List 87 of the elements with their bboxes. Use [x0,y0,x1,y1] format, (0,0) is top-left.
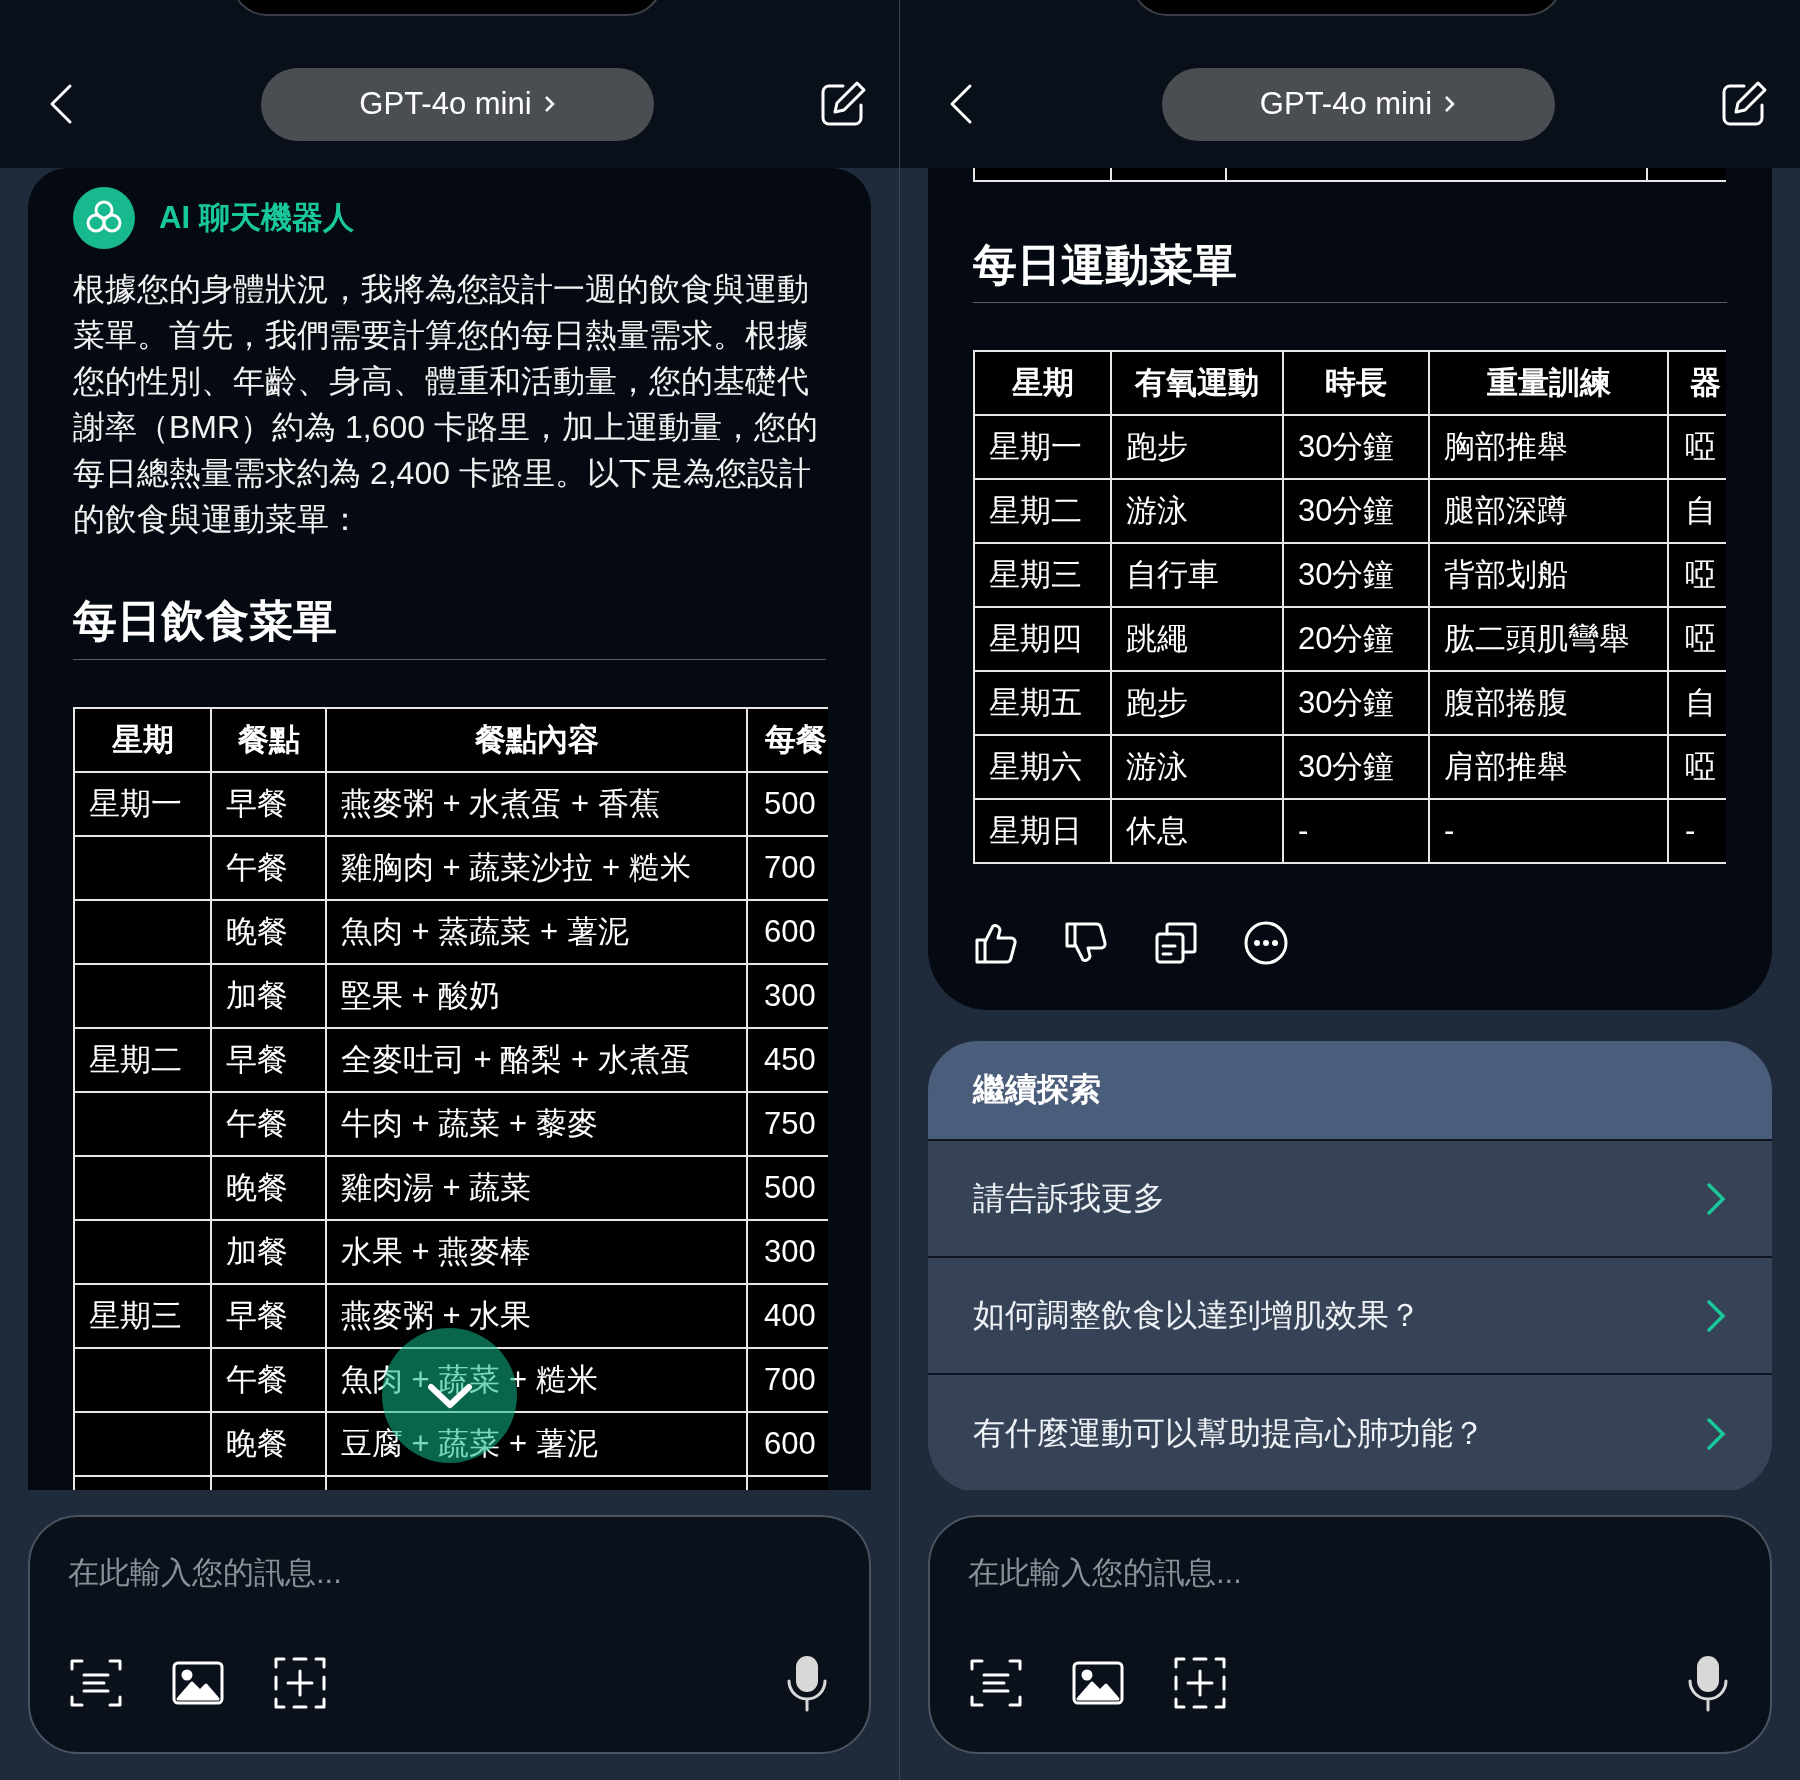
table-cell: 30分鐘 [1283,671,1429,735]
column-header: 器 [1668,351,1726,415]
table-cell: 星期四 [974,607,1111,671]
copy-icon[interactable] [1153,920,1199,966]
table-cell: 早餐 [211,772,326,836]
table-cell: 30分鐘 [1283,415,1429,479]
table-cell: 自行車 [1111,543,1283,607]
table-cell: 星期五 [974,671,1111,735]
add-frame-icon[interactable] [1172,1655,1228,1711]
column-header: 重量訓練 [1429,351,1668,415]
column-header: 時長 [1283,351,1429,415]
table-cell: 晚餐 [211,1412,326,1476]
table-cell: 水果 + 燕麥棒 [326,1220,747,1284]
table-cell: 休息 [1111,799,1283,863]
table-cell: 星期六 [974,735,1111,799]
suggestion-item[interactable]: 請告訴我更多 [928,1141,1772,1258]
table-cell: 燕麥粥 + 水果 [326,1284,747,1348]
more-icon[interactable] [1243,920,1289,966]
table-cell: 20分鐘 [1283,607,1429,671]
table-cell: 雞胸肉 + 蔬菜沙拉 + 糙米 [326,836,747,900]
suggestion-item[interactable]: 如何調整飲食以達到增肌效果？ [928,1258,1772,1375]
message-field[interactable]: 在此輸入您的訊息... [28,1515,871,1754]
table-cell: 肩部推舉 [1429,735,1668,799]
suggestions-title: 繼續探索 [928,1041,1772,1141]
table-cell: 午餐 [211,1092,326,1156]
table-cell: 30分鐘 [1283,735,1429,799]
column-header: 星期 [974,351,1111,415]
message-text: 根據您的身體狀況，我將為您設計一週的飲食與運動菜單。首先，我們需要計算您的每日熱量需求。根據您的性別、年齡、身高、體重和活動量，您的基礎代謝率（BMR）約為 1,600 卡路里，加上運動量，您的每日總熱量需求約為 2,400 卡路里。以下是為您設計的飲食與運動菜單： [73,270,819,539]
table-cell: 燕麥粥 + 水煮蛋 + 香蕉 [326,772,747,836]
table-cell: 跳繩 [1111,607,1283,671]
table-cell: 肱二頭肌彎舉 [1429,607,1668,671]
table-cell: 游泳 [1111,479,1283,543]
column-header: 每餐 [747,708,828,772]
table-cell: 晚餐 [211,900,326,964]
sender-name: AI 聊天機器人 [159,199,354,237]
table-cell: 晚餐 [211,1156,326,1220]
table-cell: 早餐 [211,1028,326,1092]
chevron-icon [1705,1180,1727,1217]
table-cell: 加餐 [211,1220,326,1284]
table-cell: 星期三 [74,1284,211,1348]
table-cell: 星期一 [74,772,211,836]
table-cell: 堅果 + 酸奶 [326,964,747,1028]
column-header: 有氧運動 [1111,351,1283,415]
column-header: 餐點內容 [326,708,747,772]
table-cell: 胸部推舉 [1429,415,1668,479]
table-cell: 豆腐 + 蔬菜 + 薯泥 [326,1412,747,1476]
table-cell: 腿部深蹲 [1429,479,1668,543]
table-cell: 跑步 [1111,415,1283,479]
message-input[interactable]: 在此輸入您的訊息... [968,1539,1730,1607]
message-input[interactable]: 在此輸入您的訊息... [68,1539,829,1607]
message-field[interactable]: 在此輸入您的訊息... [928,1515,1772,1754]
microphone-icon[interactable] [1686,1653,1730,1713]
chevron-icon [543,94,556,114]
chevron-icon [1444,94,1457,114]
section-heading: 每日運動菜單 [973,237,1727,303]
microphone-icon[interactable] [785,1653,829,1713]
logo-icon [73,187,135,249]
add-frame-icon[interactable] [272,1655,328,1711]
section-heading: 每日飲食菜單 [73,593,826,660]
table-cell: 30分鐘 [1283,543,1429,607]
table-cell: 腹部捲腹 [1429,671,1668,735]
table-cell: 牛肉 + 蔬菜 + 藜麥 [326,1092,747,1156]
chevron-icon [1705,1415,1727,1452]
table-cell: 午餐 [211,836,326,900]
model-selector[interactable]: GPT-4o mini [1161,67,1555,141]
table-cell: 30分鐘 [1283,479,1429,543]
table-cell: 加餐 [211,964,326,1028]
table-cell: 星期一 [974,415,1111,479]
table-cell: 全麥吐司 + 酪梨 + 水煮蛋 [326,1028,747,1092]
chevron-icon [1705,1297,1727,1334]
table-cell: - [1283,799,1429,863]
suggestion-item[interactable]: 有什麼運動可以幫助提高心肺功能？ [928,1375,1772,1490]
table-cell: 星期二 [74,1028,211,1092]
table-cell: 跑步 [1111,671,1283,735]
column-header: 餐點 [211,708,326,772]
column-header: 星期 [74,708,211,772]
table-cell: 魚肉 + 蒸蔬菜 + 薯泥 [326,900,747,964]
table-cell: 雞肉湯 + 蔬菜 [326,1156,747,1220]
table-cell: - [1429,799,1668,863]
table-cell: 早餐 [211,1284,326,1348]
table-cell: 游泳 [1111,735,1283,799]
table-cell: 星期日 [974,799,1111,863]
table-cell: 星期二 [974,479,1111,543]
table-cell: 星期三 [974,543,1111,607]
table-cell: 午餐 [211,1348,326,1412]
table-cell: 背部划船 [1429,543,1668,607]
model-selector[interactable]: GPT-4o mini [261,67,654,141]
